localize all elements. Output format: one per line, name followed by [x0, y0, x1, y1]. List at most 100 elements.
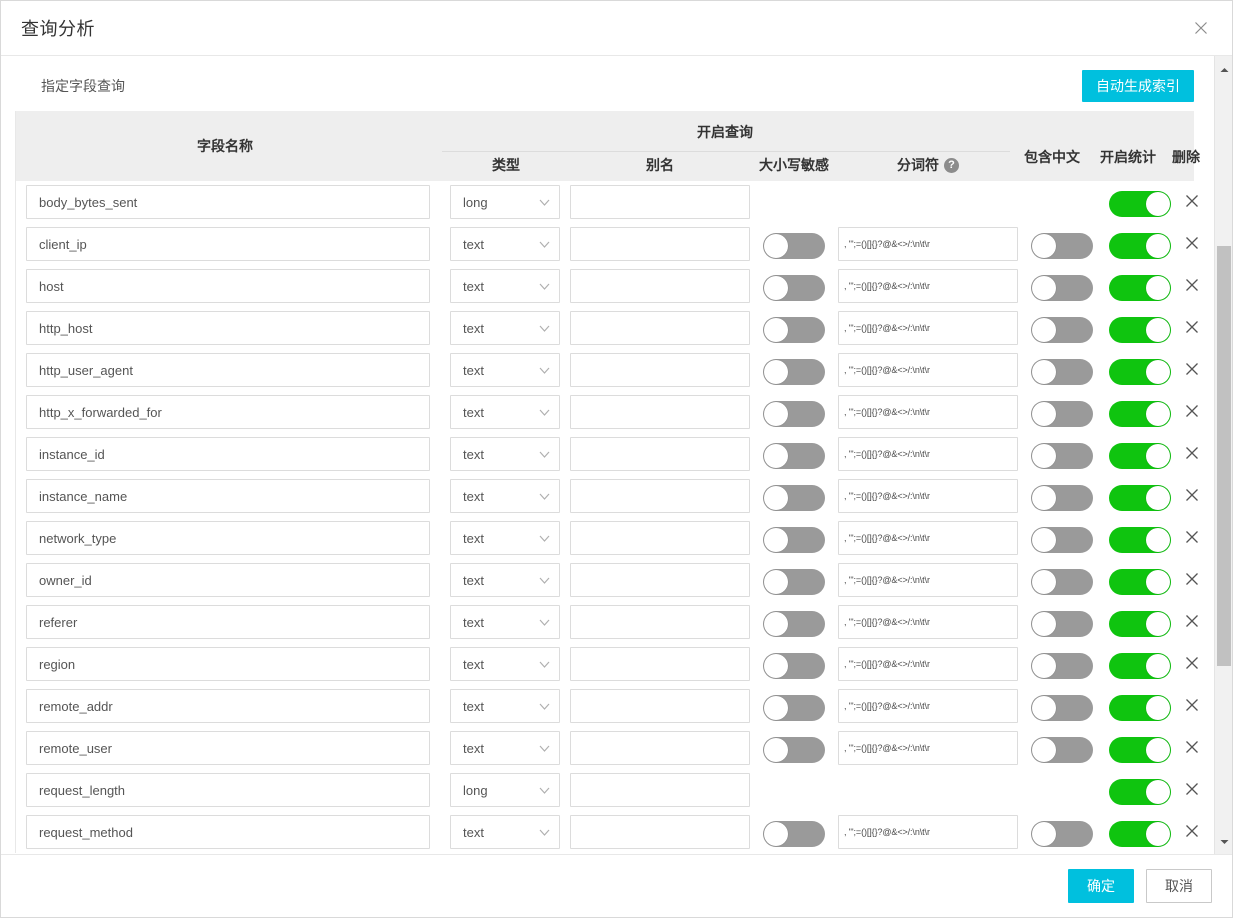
field-alias-input[interactable] [570, 479, 750, 513]
field-name-input[interactable] [26, 269, 430, 303]
contains-chinese-toggle[interactable] [1031, 275, 1093, 301]
field-name-input[interactable] [26, 395, 430, 429]
field-alias-input[interactable] [570, 269, 750, 303]
field-name-input[interactable] [26, 731, 430, 765]
case-sensitive-toggle[interactable] [763, 737, 825, 763]
tokenizer-input[interactable] [838, 353, 1018, 387]
field-alias-input[interactable] [570, 395, 750, 429]
close-dialog-button[interactable] [1188, 15, 1214, 41]
field-name-input[interactable] [26, 773, 430, 807]
enable-statistics-toggle[interactable] [1109, 737, 1171, 763]
case-sensitive-toggle[interactable] [763, 401, 825, 427]
delete-row-button[interactable] [1180, 611, 1204, 635]
field-alias-input[interactable] [570, 185, 750, 219]
confirm-button[interactable]: 确定 [1068, 869, 1134, 903]
contains-chinese-toggle[interactable] [1031, 317, 1093, 343]
field-name-input[interactable] [26, 311, 430, 345]
enable-statistics-toggle[interactable] [1109, 317, 1171, 343]
tokenizer-input[interactable] [838, 311, 1018, 345]
contains-chinese-toggle[interactable] [1031, 443, 1093, 469]
field-type-select[interactable]: text [450, 815, 560, 849]
scroll-up-button[interactable] [1215, 60, 1232, 78]
contains-chinese-toggle[interactable] [1031, 485, 1093, 511]
field-type-select[interactable]: long [450, 185, 560, 219]
auto-generate-index-button[interactable]: 自动生成索引 [1082, 69, 1194, 102]
tokenizer-input[interactable] [838, 479, 1018, 513]
field-type-select[interactable]: text [450, 479, 560, 513]
contains-chinese-toggle[interactable] [1031, 695, 1093, 721]
delete-row-button[interactable] [1180, 317, 1204, 341]
field-alias-input[interactable] [570, 353, 750, 387]
field-alias-input[interactable] [570, 521, 750, 555]
case-sensitive-toggle[interactable] [763, 275, 825, 301]
field-alias-input[interactable] [570, 689, 750, 723]
field-name-input[interactable] [26, 521, 430, 555]
contains-chinese-toggle[interactable] [1031, 527, 1093, 553]
field-alias-input[interactable] [570, 647, 750, 681]
field-type-select[interactable]: text [450, 689, 560, 723]
field-alias-input[interactable] [570, 773, 750, 807]
tokenizer-input[interactable] [838, 269, 1018, 303]
field-type-select[interactable]: text [450, 437, 560, 471]
field-alias-input[interactable] [570, 563, 750, 597]
delete-row-button[interactable] [1180, 359, 1204, 383]
tokenizer-input[interactable] [838, 689, 1018, 723]
field-alias-input[interactable] [570, 227, 750, 261]
delete-row-button[interactable] [1180, 275, 1204, 299]
tokenizer-input[interactable] [838, 521, 1018, 555]
enable-statistics-toggle[interactable] [1109, 653, 1171, 679]
enable-statistics-toggle[interactable] [1109, 275, 1171, 301]
contains-chinese-toggle[interactable] [1031, 653, 1093, 679]
field-name-input[interactable] [26, 815, 430, 849]
field-type-select[interactable]: text [450, 269, 560, 303]
scrollbar-thumb[interactable] [1217, 246, 1231, 666]
enable-statistics-toggle[interactable] [1109, 695, 1171, 721]
case-sensitive-toggle[interactable] [763, 359, 825, 385]
case-sensitive-toggle[interactable] [763, 611, 825, 637]
case-sensitive-toggle[interactable] [763, 317, 825, 343]
case-sensitive-toggle[interactable] [763, 233, 825, 259]
enable-statistics-toggle[interactable] [1109, 527, 1171, 553]
tokenizer-input[interactable] [838, 815, 1018, 849]
contains-chinese-toggle[interactable] [1031, 737, 1093, 763]
tokenizer-input[interactable] [838, 563, 1018, 597]
field-name-input[interactable] [26, 647, 430, 681]
tokenizer-input[interactable] [838, 227, 1018, 261]
enable-statistics-toggle[interactable] [1109, 191, 1171, 217]
enable-statistics-toggle[interactable] [1109, 779, 1171, 805]
field-type-select[interactable]: text [450, 563, 560, 597]
field-name-input[interactable] [26, 689, 430, 723]
delete-row-button[interactable] [1180, 233, 1204, 257]
field-type-select[interactable]: text [450, 605, 560, 639]
enable-statistics-toggle[interactable] [1109, 233, 1171, 259]
contains-chinese-toggle[interactable] [1031, 821, 1093, 847]
enable-statistics-toggle[interactable] [1109, 359, 1171, 385]
case-sensitive-toggle[interactable] [763, 485, 825, 511]
field-name-input[interactable] [26, 605, 430, 639]
case-sensitive-toggle[interactable] [763, 527, 825, 553]
delete-row-button[interactable] [1180, 191, 1204, 215]
tokenizer-input[interactable] [838, 731, 1018, 765]
tokenizer-input[interactable] [838, 647, 1018, 681]
enable-statistics-toggle[interactable] [1109, 485, 1171, 511]
field-alias-input[interactable] [570, 605, 750, 639]
tokenizer-input[interactable] [838, 437, 1018, 471]
delete-row-button[interactable] [1180, 401, 1204, 425]
contains-chinese-toggle[interactable] [1031, 359, 1093, 385]
enable-statistics-toggle[interactable] [1109, 443, 1171, 469]
field-type-select[interactable]: text [450, 353, 560, 387]
delete-row-button[interactable] [1180, 569, 1204, 593]
tokenizer-input[interactable] [838, 605, 1018, 639]
enable-statistics-toggle[interactable] [1109, 401, 1171, 427]
field-type-select[interactable]: text [450, 521, 560, 555]
delete-row-button[interactable] [1180, 485, 1204, 509]
field-name-input[interactable] [26, 353, 430, 387]
field-name-input[interactable] [26, 479, 430, 513]
scroll-down-button[interactable] [1215, 832, 1232, 850]
delete-row-button[interactable] [1180, 443, 1204, 467]
case-sensitive-toggle[interactable] [763, 821, 825, 847]
enable-statistics-toggle[interactable] [1109, 569, 1171, 595]
case-sensitive-toggle[interactable] [763, 653, 825, 679]
case-sensitive-toggle[interactable] [763, 569, 825, 595]
contains-chinese-toggle[interactable] [1031, 233, 1093, 259]
